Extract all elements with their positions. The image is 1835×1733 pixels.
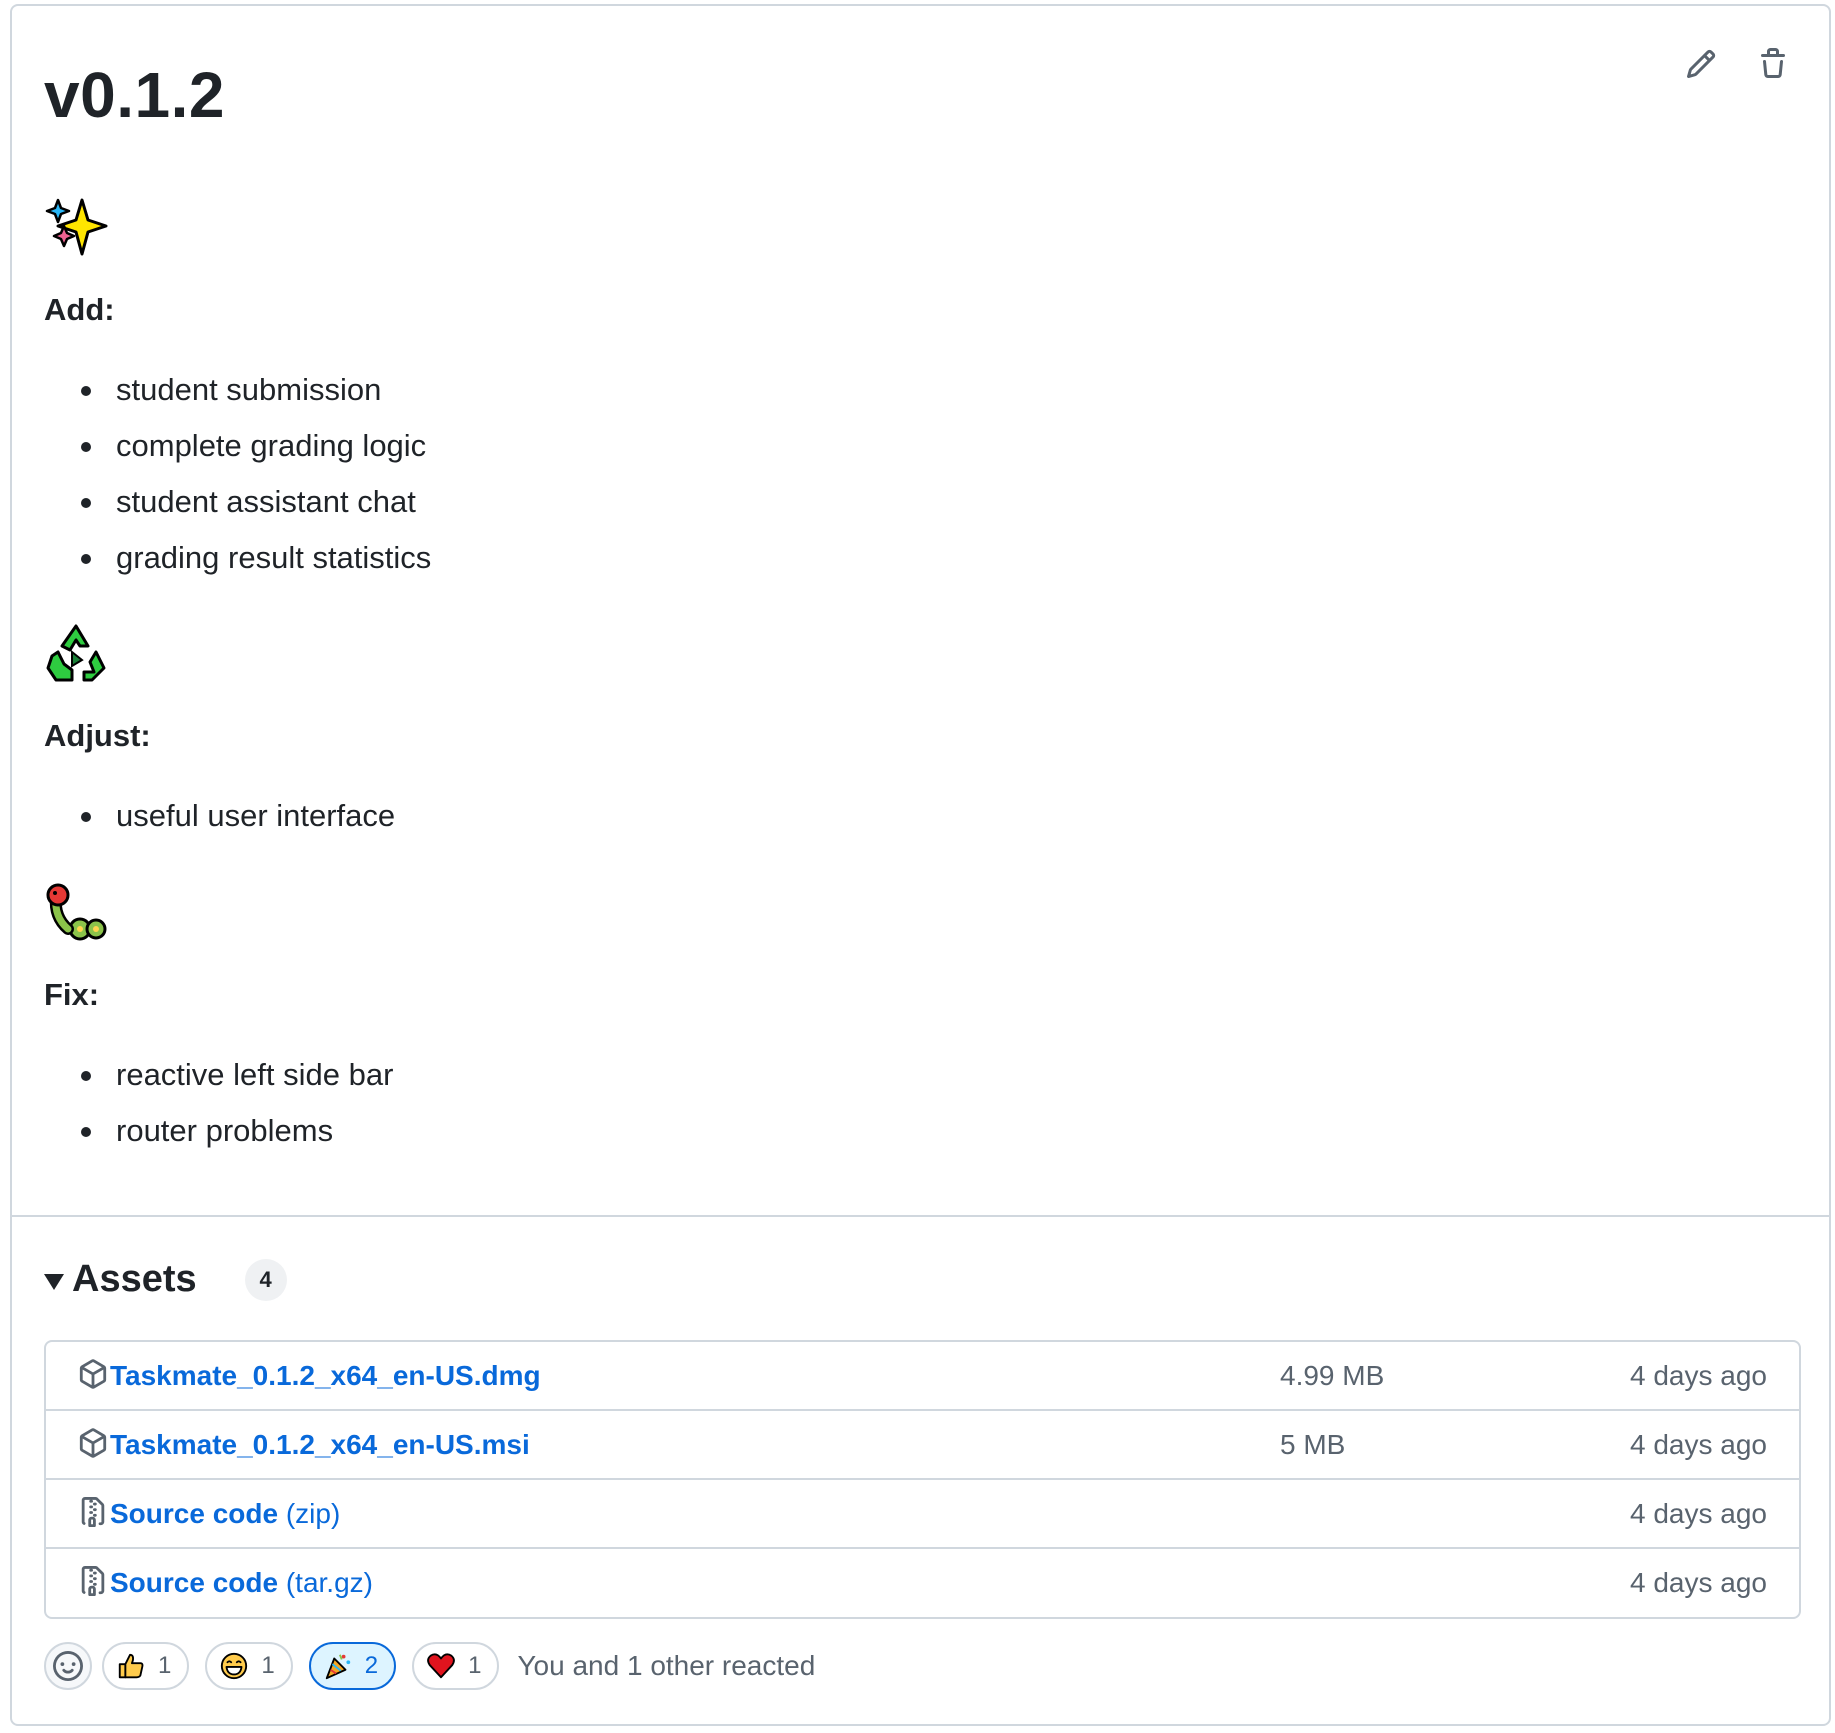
assets-count-badge: 4 [244,1258,287,1301]
reaction-count: 1 [468,1652,482,1679]
reaction-count: 1 [158,1652,172,1679]
list-item: student submission [44,362,431,418]
hooray-emoji [325,1654,350,1680]
asset-row: Taskmate_0.1.2_x64_en-US.msi 5 MB 4 days… [46,1411,1799,1480]
asset-link-msi[interactable]: Taskmate_0.1.2_x64_en-US.msi [110,1411,530,1478]
triangle-down-icon [44,1273,64,1290]
list-item: complete grading logic [44,418,431,474]
file-zip-icon [81,1566,105,1596]
asset-row: Taskmate_0.1.2_x64_en-US.dmg 4.99 MB 4 d… [46,1342,1799,1411]
package-icon [79,1359,107,1389]
smiley-icon [53,1651,83,1681]
release-actions [1681,44,1793,84]
trash-icon [1761,48,1785,78]
asset-size: 4.99 MB [1280,1360,1385,1391]
bug-emoji [46,883,107,941]
reactions-summary: You and 1 other reacted [517,1650,816,1681]
asset-size: 5 MB [1280,1429,1346,1460]
edit-button[interactable] [1681,44,1721,84]
reaction-count: 2 [364,1652,379,1679]
section-label-fix: Fix: [44,977,100,1012]
assets-list: Taskmate_0.1.2_x64_en-US.dmg 4.99 MB 4 d… [44,1340,1801,1619]
reaction-count: 1 [261,1652,275,1679]
release-body: v0.1.2 Add: student submission complete … [12,6,1829,1217]
adjust-list: useful user interface [44,788,395,844]
fix-list: reactive left side bar router problems [44,1047,393,1159]
asset-link-dmg[interactable]: Taskmate_0.1.2_x64_en-US.dmg [110,1342,541,1409]
asset-date: 4 days ago [1630,1360,1767,1391]
section-label-add: Add: [44,292,115,327]
release-card: v0.1.2 Add: student submission complete … [10,4,1831,1726]
package-icon [79,1428,107,1458]
asset-row: Source code (tar.gz) 4 days ago [46,1549,1799,1617]
thumbs-up-emoji [118,1653,144,1679]
section-label-adjust: Adjust: [44,718,151,753]
release-title: v0.1.2 [44,59,225,131]
reactions-bar: 1 1 2 1 You and 1 other reacted [44,1642,815,1690]
list-item: useful user interface [44,788,395,844]
reaction-laugh[interactable]: 1 [205,1642,293,1690]
asset-date: 4 days ago [1630,1498,1767,1529]
recycle-emoji [46,624,106,682]
laugh-emoji [221,1652,248,1680]
list-item: reactive left side bar [44,1047,393,1103]
list-item: grading result statistics [44,530,431,586]
assets-toggle[interactable]: Assets 4 [44,1258,287,1301]
pencil-icon [1686,49,1716,79]
file-zip-icon [81,1497,105,1527]
sparkles-emoji [45,198,108,256]
reaction-hooray[interactable]: 2 [308,1642,397,1690]
reaction-heart[interactable]: 1 [412,1642,500,1690]
list-item: student assistant chat [44,474,431,530]
assets-title: Assets [72,1258,197,1300]
asset-row: Source code (zip) 4 days ago [46,1480,1799,1549]
asset-date: 4 days ago [1630,1567,1767,1598]
asset-link-source-zip[interactable]: Source code (zip) [110,1480,340,1547]
add-list: student submission complete grading logi… [44,362,431,586]
heart-emoji [427,1653,455,1679]
list-item: router problems [44,1103,393,1159]
asset-date: 4 days ago [1630,1429,1767,1460]
delete-button[interactable] [1753,44,1793,84]
reaction-thumbs-up[interactable]: 1 [102,1642,190,1690]
add-reaction-button[interactable] [44,1642,92,1690]
asset-link-source-targz[interactable]: Source code (tar.gz) [110,1549,373,1616]
